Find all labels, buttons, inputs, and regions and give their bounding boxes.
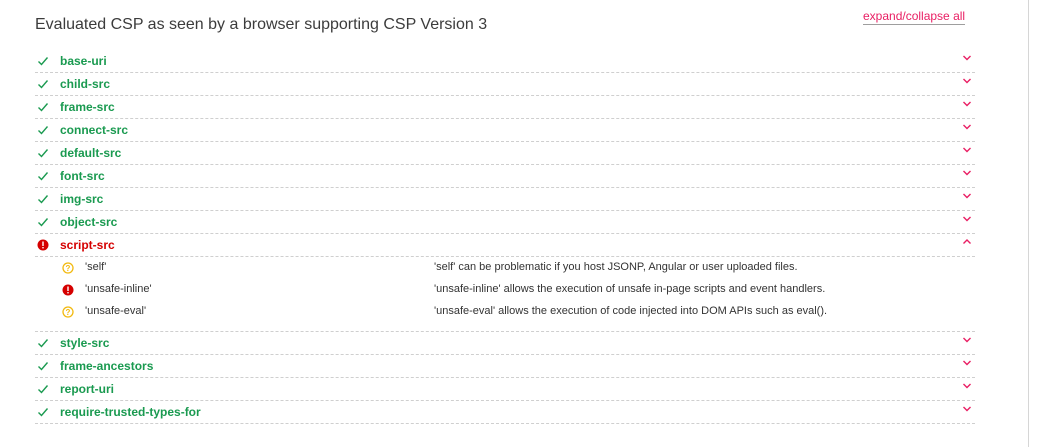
directive-row[interactable]: connect-src <box>35 119 975 142</box>
directive-value: 'self' <box>85 261 107 273</box>
directive-row[interactable]: report-uri <box>35 378 975 401</box>
svg-text:?: ? <box>66 264 71 273</box>
directive-name: base-uri <box>60 54 107 68</box>
check-icon <box>38 57 49 66</box>
check-icon <box>38 103 49 112</box>
directive-name: child-src <box>60 77 111 91</box>
check-icon <box>38 149 49 158</box>
chevron-up-icon[interactable] <box>962 238 972 246</box>
directive-row-script-src[interactable]: script-src <box>35 234 975 257</box>
directive-row[interactable]: require-trusted-types-for <box>35 401 975 424</box>
directive-name: style-src <box>60 336 110 350</box>
csp-evaluation-panel: Evaluated CSP as seen by a browser suppo… <box>0 0 1028 447</box>
chevron-down-icon[interactable] <box>962 169 972 177</box>
check-icon <box>38 172 49 181</box>
directive-value: 'unsafe-eval' <box>85 305 147 317</box>
finding-description: 'unsafe-eval' allows the execution of co… <box>434 305 828 317</box>
check-icon <box>38 126 49 135</box>
directive-row[interactable]: child-src <box>35 73 975 96</box>
error-icon <box>37 239 49 251</box>
directive-list: base-uri child-src frame-src connect-src… <box>35 50 975 424</box>
check-icon <box>38 195 49 204</box>
chevron-down-icon[interactable] <box>962 54 972 62</box>
directive-row[interactable]: default-src <box>35 142 975 165</box>
chevron-down-icon[interactable] <box>962 405 972 413</box>
chevron-down-icon[interactable] <box>962 215 972 223</box>
question-icon: ? <box>62 306 74 318</box>
directive-value: 'unsafe-inline' <box>85 283 152 295</box>
chevron-down-icon[interactable] <box>962 382 972 390</box>
directive-name: frame-src <box>60 100 115 114</box>
chevron-down-icon[interactable] <box>962 77 972 85</box>
check-icon <box>38 362 49 371</box>
directive-name: object-src <box>60 215 118 229</box>
directive-name: connect-src <box>60 123 129 137</box>
panel-divider <box>1028 0 1029 447</box>
error-icon <box>62 284 74 296</box>
directive-row[interactable]: img-src <box>35 188 975 211</box>
directive-row[interactable]: object-src <box>35 211 975 234</box>
page-title: Evaluated CSP as seen by a browser suppo… <box>35 16 488 33</box>
finding-description: 'unsafe-inline' allows the execution of … <box>434 283 826 295</box>
directive-row[interactable]: frame-src <box>35 96 975 119</box>
directive-row[interactable]: base-uri <box>35 50 975 73</box>
directive-name: frame-ancestors <box>60 359 154 373</box>
directive-row[interactable]: font-src <box>35 165 975 188</box>
directive-row[interactable]: frame-ancestors <box>35 355 975 378</box>
chevron-down-icon[interactable] <box>962 146 972 154</box>
expand-collapse-all-link[interactable]: expand/collapse all <box>863 9 966 25</box>
check-icon <box>38 80 49 89</box>
chevron-down-icon[interactable] <box>962 336 972 344</box>
check-icon <box>38 218 49 227</box>
check-icon <box>38 385 49 394</box>
svg-text:?: ? <box>66 308 71 317</box>
directive-name: img-src <box>60 192 104 206</box>
directive-value-row: ? 'self' 'self' can be problematic if yo… <box>35 257 975 279</box>
script-src-details: ? 'self' 'self' can be problematic if yo… <box>35 257 975 332</box>
directive-name: script-src <box>60 238 115 252</box>
chevron-down-icon[interactable] <box>962 100 972 108</box>
directive-value-row: ? 'unsafe-eval' 'unsafe-eval' allows the… <box>35 301 975 323</box>
chevron-down-icon[interactable] <box>962 359 972 367</box>
directive-name: require-trusted-types-for <box>60 405 201 419</box>
question-icon: ? <box>62 262 74 274</box>
directive-row[interactable]: style-src <box>35 332 975 355</box>
finding-description: 'self' can be problematic if you host JS… <box>434 261 798 273</box>
directive-name: default-src <box>60 146 122 160</box>
directive-name: font-src <box>60 169 105 183</box>
check-icon <box>38 339 49 348</box>
check-icon <box>38 408 49 417</box>
directive-name: report-uri <box>60 382 114 396</box>
chevron-down-icon[interactable] <box>962 192 972 200</box>
directive-value-row: 'unsafe-inline' 'unsafe-inline' allows t… <box>35 279 975 301</box>
chevron-down-icon[interactable] <box>962 123 972 131</box>
